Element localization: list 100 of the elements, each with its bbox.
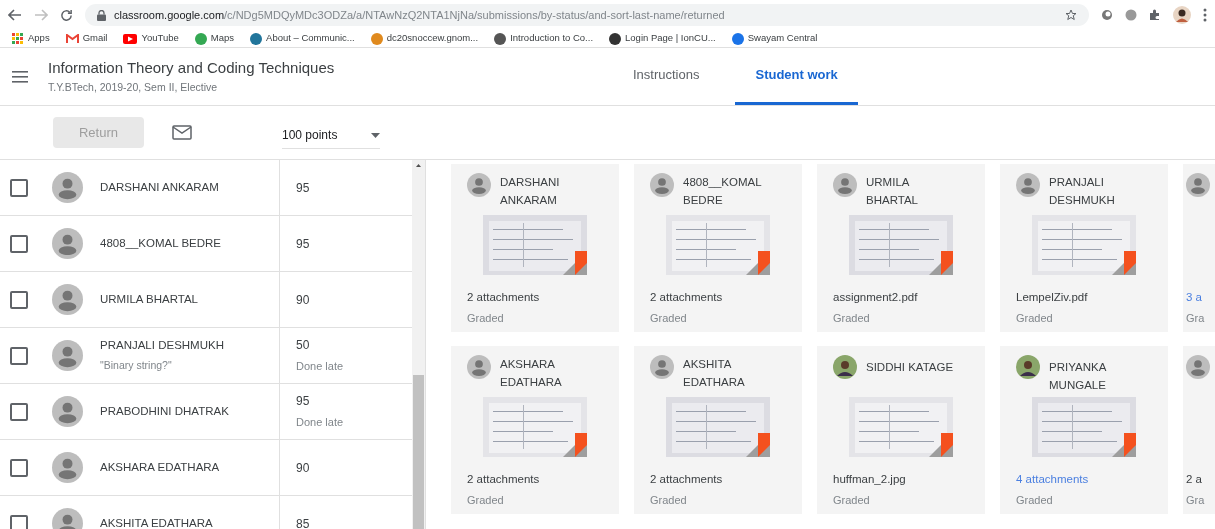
checkbox[interactable] bbox=[10, 346, 28, 365]
grade-status: Graded bbox=[1016, 493, 1054, 509]
bookmark[interactable]: dc20snoccew.gnom... bbox=[386, 31, 479, 46]
avatar-icon bbox=[1186, 355, 1210, 379]
email-icon[interactable] bbox=[172, 125, 192, 140]
site-icon bbox=[250, 32, 263, 45]
avatar-icon bbox=[52, 228, 83, 259]
avatar-icon bbox=[52, 396, 83, 427]
submission-card[interactable]: AKSHARA EDATHARA 2 attachments Graded bbox=[451, 346, 619, 514]
student-name[interactable]: URMILA BHARTAL bbox=[100, 290, 279, 309]
grade[interactable]: 95 bbox=[296, 178, 310, 197]
lock-icon bbox=[97, 9, 106, 21]
grade-status: Gra bbox=[1186, 311, 1206, 327]
grade[interactable]: 95 bbox=[296, 234, 310, 253]
attachment-label[interactable]: LempelZiv.pdf bbox=[1016, 289, 1152, 307]
checkbox[interactable] bbox=[10, 234, 28, 253]
bookmark[interactable]: Introduction to Co... bbox=[510, 31, 594, 46]
checkbox[interactable] bbox=[10, 402, 28, 421]
avatar-icon bbox=[52, 172, 83, 203]
student-name: DARSHANI ANKARAM bbox=[500, 175, 561, 208]
play-icon bbox=[123, 33, 138, 44]
grade-status: Graded bbox=[650, 311, 688, 327]
submission-card[interactable]: PRIYANKA MUNGALE 4 attachments Graded bbox=[1000, 346, 1168, 514]
submission-card[interactable]: PRANJALI DESHMUKH LempelZiv.pdf Graded bbox=[1000, 164, 1168, 332]
bookmark[interactable]: About – Communic... bbox=[266, 31, 355, 46]
extension-icon[interactable] bbox=[1125, 9, 1137, 21]
grade[interactable]: 90 bbox=[296, 290, 310, 309]
avatar-icon bbox=[52, 340, 83, 371]
bookmark[interactable]: YouTube bbox=[141, 31, 179, 46]
site-icon bbox=[370, 32, 383, 45]
grade-status: Graded bbox=[1016, 311, 1054, 327]
student-name: AKSHARA EDATHARA bbox=[500, 357, 563, 390]
attachment-label[interactable]: 2 attachments bbox=[467, 471, 603, 489]
checkbox[interactable] bbox=[10, 514, 28, 529]
star-icon[interactable] bbox=[1065, 9, 1077, 21]
checkbox[interactable] bbox=[10, 178, 28, 197]
avatar-icon bbox=[52, 452, 83, 483]
apps-grid-icon bbox=[12, 32, 24, 45]
bookmark[interactable]: Swayam Central bbox=[747, 31, 818, 46]
avatar-icon bbox=[467, 173, 491, 197]
attachment-label[interactable]: huffman_2.jpg bbox=[833, 471, 969, 489]
student-name[interactable]: AKSHARA EDATHARA bbox=[100, 458, 279, 477]
attachment-label[interactable]: assignment2.pdf bbox=[833, 289, 969, 307]
grade-status: Graded bbox=[833, 311, 871, 327]
avatar-icon bbox=[1016, 173, 1040, 197]
tab[interactable]: Instructions bbox=[613, 48, 720, 105]
checkbox[interactable] bbox=[10, 290, 28, 309]
student-name: AKSHITA EDATHARA bbox=[683, 357, 746, 390]
mail-icon bbox=[65, 33, 79, 44]
avatar-icon bbox=[650, 173, 674, 197]
scrollbar[interactable] bbox=[412, 160, 425, 529]
reload-icon[interactable] bbox=[60, 8, 73, 22]
grade[interactable]: 50 bbox=[296, 336, 344, 355]
checkbox[interactable] bbox=[10, 458, 28, 477]
submission-card[interactable]: 2 a Gra bbox=[1183, 346, 1215, 514]
avatar-icon bbox=[833, 355, 857, 379]
submission-card[interactable]: AKSHITA EDATHARA 2 attachments Graded bbox=[634, 346, 802, 514]
attachment-label[interactable]: 2 attachments bbox=[467, 289, 603, 307]
bookmark[interactable]: Apps bbox=[28, 31, 50, 46]
grade[interactable]: 95 bbox=[296, 392, 344, 411]
student-name[interactable]: DARSHANI ANKARAM bbox=[100, 178, 279, 197]
extension-icon[interactable] bbox=[1101, 9, 1113, 21]
attachment-label[interactable]: 3 a bbox=[1186, 289, 1215, 307]
attachment-label[interactable]: 4 attachments bbox=[1016, 471, 1152, 489]
student-name[interactable]: PRANJALI DESHMUKH bbox=[100, 337, 279, 355]
profile-avatar-icon[interactable] bbox=[1173, 6, 1191, 24]
private-comment: "Binary string?" bbox=[100, 358, 173, 374]
attachment-label[interactable]: 2 a bbox=[1186, 471, 1215, 489]
points-dropdown[interactable]: 100 points bbox=[282, 122, 380, 149]
grade-status: Graded bbox=[467, 311, 505, 327]
class-title: Information Theory and Coding Techniques bbox=[48, 58, 336, 79]
puzzle-icon[interactable] bbox=[1149, 9, 1161, 21]
student-name[interactable]: 4808__KOMAL BEDRE bbox=[100, 234, 279, 253]
avatar-icon bbox=[833, 173, 857, 197]
more-icon[interactable] bbox=[1203, 8, 1207, 22]
bookmark[interactable]: Login Page | IonCU... bbox=[625, 31, 716, 46]
back-icon[interactable] bbox=[8, 8, 22, 22]
grade[interactable]: 90 bbox=[296, 458, 310, 477]
submission-card[interactable]: URMILA BHARTAL assignment2.pdf Graded bbox=[817, 164, 985, 332]
address-bar[interactable]: classroom.google.com/c/NDg5MDQyMDc3ODZa/a/NTAwNzQ2NTA1NjNa/submissions/by-status/and-sort-last-name/returned bbox=[85, 4, 1089, 26]
bookmark[interactable]: Gmail bbox=[82, 31, 108, 46]
avatar-icon bbox=[650, 355, 674, 379]
attachment-label[interactable]: 2 attachments bbox=[650, 471, 786, 489]
grade[interactable]: 85 bbox=[296, 514, 310, 529]
avatar-icon bbox=[1186, 173, 1210, 197]
submission-card[interactable]: 4808__KOMAL BEDRE 2 attachments Graded bbox=[634, 164, 802, 332]
attachment-label[interactable]: 2 attachments bbox=[650, 289, 786, 307]
avatar-icon bbox=[467, 355, 491, 379]
submission-card[interactable]: DARSHANI ANKARAM 2 attachments Graded bbox=[451, 164, 619, 332]
bookmark[interactable]: Maps bbox=[210, 31, 235, 46]
submission-card[interactable]: SIDDHI KATAGE huffman_2.jpg Graded bbox=[817, 346, 985, 514]
grade-status: Graded bbox=[467, 493, 505, 509]
tab[interactable]: Student work bbox=[735, 48, 858, 105]
grade-status: Graded bbox=[833, 493, 871, 509]
menu-icon[interactable] bbox=[12, 70, 28, 83]
class-subtitle: T.Y.BTech, 2019-20, Sem II, Elective bbox=[48, 79, 219, 95]
student-name: PRIYANKA MUNGALE bbox=[1049, 360, 1108, 393]
submission-card[interactable]: 3 a Gra bbox=[1183, 164, 1215, 332]
student-name[interactable]: PRABODHINI DHATRAK bbox=[100, 402, 279, 421]
student-name[interactable]: AKSHITA EDATHARA bbox=[100, 514, 279, 529]
